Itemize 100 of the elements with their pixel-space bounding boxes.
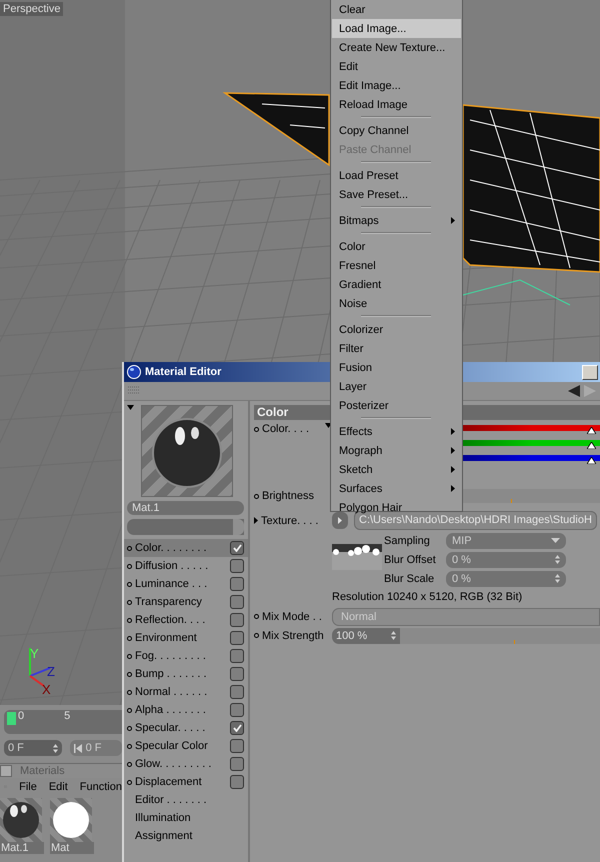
channel-item[interactable]: Specular Color <box>124 737 248 755</box>
radio-dot-icon <box>127 672 132 676</box>
checkbox[interactable] <box>230 703 244 717</box>
param-label: Sampling <box>384 534 431 546</box>
menu-item[interactable]: Layer <box>332 377 461 396</box>
window-title: Material Editor <box>145 366 222 378</box>
channel-item[interactable]: Assignment <box>124 827 248 845</box>
spinner-icon <box>555 574 560 583</box>
radio-dot-icon <box>127 618 132 622</box>
menu-item[interactable]: Fusion <box>332 358 461 377</box>
menu-item[interactable]: Bitmaps <box>332 211 461 230</box>
menu-item[interactable]: Copy Channel <box>332 121 461 140</box>
channel-item[interactable]: Editor . . . . . . . <box>124 791 248 809</box>
channel-item[interactable]: Specular. . . . . <box>124 719 248 737</box>
channel-item[interactable]: Glow. . . . . . . . . <box>124 755 248 773</box>
spinner-icon <box>391 631 396 640</box>
channel-item[interactable]: Bump . . . . . . . <box>124 665 248 683</box>
menu-item[interactable]: Edit <box>48 781 68 793</box>
slider-thumb[interactable] <box>586 427 596 434</box>
menu-item[interactable]: Gradient <box>332 275 461 294</box>
menu-item[interactable]: Color <box>332 237 461 256</box>
caret-icon <box>551 538 560 543</box>
menu-item[interactable]: Edit <box>332 57 461 76</box>
radio-dot-icon <box>127 564 132 568</box>
channel-item[interactable]: Color. . . . . . . . <box>124 539 248 557</box>
sphere-icon <box>127 365 141 379</box>
panel-toggle[interactable] <box>0 765 12 777</box>
axis-label: X <box>42 682 51 697</box>
menu-item[interactable]: Filter <box>332 339 461 358</box>
caret-icon <box>127 405 134 410</box>
radio-dot-icon <box>254 426 259 432</box>
radio-dot-icon <box>127 726 132 730</box>
menu-item[interactable]: File <box>19 781 37 793</box>
param-label: Mix Mode . . <box>262 610 322 622</box>
menu-item[interactable]: Edit Image... <box>332 76 461 95</box>
radio-dot-icon <box>127 708 132 712</box>
checkbox[interactable] <box>230 577 244 591</box>
ruler-tick-label: 5 <box>64 710 70 722</box>
menu-item[interactable]: Function <box>80 781 122 793</box>
strength-slider[interactable] <box>400 628 600 644</box>
menu-item[interactable]: Fresnel <box>332 256 461 275</box>
checkbox[interactable] <box>230 649 244 663</box>
menu-item[interactable]: Reload Image <box>332 95 461 114</box>
checkbox[interactable] <box>230 595 244 609</box>
checkbox[interactable] <box>230 685 244 699</box>
radio-dot-icon <box>127 636 132 640</box>
channel-item[interactable]: Transparency <box>124 593 248 611</box>
slider-thumb[interactable] <box>586 442 596 449</box>
checkbox[interactable] <box>230 631 244 645</box>
param-label: Blur Scale <box>384 572 436 584</box>
menu-item[interactable]: Colorizer <box>332 320 461 339</box>
texture-menu-button[interactable] <box>332 512 348 529</box>
material-thumbnail[interactable] <box>50 798 92 842</box>
submenu-arrow-icon <box>451 428 455 435</box>
checkbox[interactable] <box>230 667 244 681</box>
menu-item[interactable]: Load Image... <box>332 19 461 38</box>
channel-item[interactable]: Fog. . . . . . . . . <box>124 647 248 665</box>
material-name-field[interactable]: Mat.1 <box>127 501 244 515</box>
layer-field[interactable] <box>127 519 244 535</box>
playhead-marker[interactable] <box>7 712 16 725</box>
menu-item[interactable]: Noise <box>332 294 461 313</box>
checkbox[interactable] <box>230 613 244 627</box>
channel-item[interactable]: Illumination <box>124 809 248 827</box>
timeline-ruler[interactable]: 0 5 <box>4 710 122 734</box>
channel-item[interactable]: Normal . . . . . . <box>124 683 248 701</box>
menu-item[interactable]: Effects <box>332 422 461 441</box>
radio-dot-icon <box>127 654 132 658</box>
checkbox[interactable] <box>230 739 244 753</box>
menu-item[interactable]: Load Preset <box>332 166 461 185</box>
menu-item[interactable]: Sketch <box>332 460 461 479</box>
channel-item[interactable]: Environment <box>124 629 248 647</box>
checkbox[interactable] <box>230 775 244 789</box>
submenu-arrow-icon <box>451 447 455 454</box>
frame-field[interactable]: 0 F <box>4 740 62 756</box>
checkbox[interactable] <box>230 721 244 735</box>
menu-item[interactable]: Clear <box>332 0 461 19</box>
expand-arrow-icon <box>254 517 258 524</box>
checkbox[interactable] <box>230 757 244 771</box>
channel-item[interactable]: Reflection. . . . <box>124 611 248 629</box>
number-field[interactable]: 100 % <box>332 628 400 644</box>
radio-dot-icon <box>127 762 132 766</box>
channel-item[interactable]: Diffusion . . . . . <box>124 557 248 575</box>
play-icon <box>338 517 342 524</box>
material-thumbnail[interactable] <box>0 798 42 842</box>
channel-item[interactable]: Alpha . . . . . . . <box>124 701 248 719</box>
channel-item[interactable]: Displacement <box>124 773 248 791</box>
checkbox[interactable] <box>230 559 244 573</box>
menu-item[interactable]: Save Preset... <box>332 185 461 204</box>
minimize-button[interactable] <box>582 364 598 380</box>
menu-item[interactable]: Mograph <box>332 441 461 460</box>
radio-dot-icon <box>254 494 259 498</box>
menu-item[interactable]: Create New Texture... <box>332 38 461 57</box>
radio-dot-icon <box>254 633 259 638</box>
checkbox[interactable] <box>230 541 244 555</box>
ruler-tick-label: 0 <box>18 710 24 722</box>
channel-item[interactable]: Luminance . . . <box>124 575 248 593</box>
slider-thumb[interactable] <box>586 457 596 464</box>
menu-item[interactable]: Surfaces <box>332 479 461 498</box>
sphere-icon <box>2 801 40 839</box>
radio-dot-icon <box>254 614 259 619</box>
